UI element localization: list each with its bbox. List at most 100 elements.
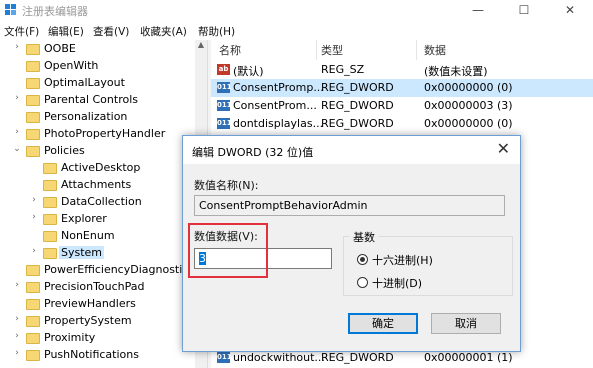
value-type: REG_DWORD xyxy=(321,81,394,94)
folder-icon xyxy=(43,248,57,259)
cancel-button[interactable]: 取消 xyxy=(431,313,501,334)
tree-item-label: OOBE xyxy=(44,42,76,55)
radio-selected-icon xyxy=(357,254,368,265)
value-type: REG_DWORD xyxy=(321,99,394,112)
menu-favorites[interactable]: 收藏夹(A) xyxy=(140,24,187,39)
folder-icon xyxy=(43,197,57,208)
table-row[interactable]: 011 ConsentProm... REG_DWORD 0x00000003 … xyxy=(211,97,593,115)
tree-item-label: DataCollection xyxy=(61,195,142,208)
expand-icon[interactable]: › xyxy=(12,348,22,358)
scroll-up-icon[interactable]: ▲ xyxy=(195,40,207,52)
expand-icon[interactable]: › xyxy=(12,93,22,103)
tree-item-nonenum[interactable]: NonEnum xyxy=(0,228,207,245)
value-data: 0x00000001 (1) xyxy=(424,351,513,364)
folder-icon xyxy=(43,180,57,191)
tree-item-pushnotifications[interactable]: › PushNotifications xyxy=(0,347,207,364)
folder-icon xyxy=(26,316,40,327)
tree-item-label: Policies xyxy=(44,144,85,157)
tree-item-label: PrecisionTouchPad xyxy=(44,280,145,293)
expand-icon[interactable]: › xyxy=(29,195,39,205)
menu-view[interactable]: 查看(V) xyxy=(93,24,129,39)
expand-icon[interactable]: › xyxy=(12,280,22,290)
expand-icon[interactable]: › xyxy=(29,212,39,222)
table-row[interactable]: ab (默认) REG_SZ (数值未设置) xyxy=(211,61,593,79)
tree-item-propertysystem[interactable]: › PropertySystem xyxy=(0,313,207,330)
folder-icon xyxy=(26,129,40,140)
tree-item-label: ActiveDesktop xyxy=(61,161,141,174)
column-separator[interactable] xyxy=(316,40,317,60)
decimal-radio-label: 十进制(D) xyxy=(372,277,423,290)
column-separator[interactable] xyxy=(416,40,417,60)
expand-icon[interactable]: › xyxy=(12,42,22,52)
tree-item-label: Proximity xyxy=(44,331,96,344)
dialog-title-bar[interactable]: 编辑 DWORD (32 位)值 ✕ xyxy=(183,136,520,164)
expand-icon[interactable]: › xyxy=(12,331,22,341)
menu-file[interactable]: 文件(F) xyxy=(4,24,39,39)
tree-item-explorer[interactable]: › Explorer xyxy=(0,211,207,228)
tree-item-oobe[interactable]: › OOBE xyxy=(0,41,207,58)
close-button[interactable]: ✕ xyxy=(547,0,593,22)
tree-item-precisiontouchpad[interactable]: › PrecisionTouchPad xyxy=(0,279,207,296)
folder-icon xyxy=(26,333,40,344)
value-data: 0x00000000 (0) xyxy=(424,81,513,94)
registry-tree: › OOBE OpenWith OptimalLayout › Parental… xyxy=(0,40,207,368)
menu-edit[interactable]: 编辑(E) xyxy=(48,24,84,39)
folder-open-icon xyxy=(26,146,40,157)
tree-item-proximity[interactable]: › Proximity xyxy=(0,330,207,347)
column-header-name[interactable]: 名称 xyxy=(219,42,241,58)
value-name: ConsentPromp... xyxy=(233,81,324,94)
tree-item-label: OpenWith xyxy=(44,59,99,72)
folder-icon xyxy=(26,61,40,72)
folder-icon xyxy=(26,282,40,293)
tree-item-activedesktop[interactable]: ActiveDesktop xyxy=(0,160,207,177)
table-row[interactable]: 011 ConsentPromp... REG_DWORD 0x00000000… xyxy=(211,79,593,97)
value-name: dontdisplaylas... xyxy=(233,117,324,130)
base-group-title: 基数 xyxy=(350,229,378,245)
expand-icon[interactable]: › xyxy=(29,246,39,256)
maximize-button[interactable]: ☐ xyxy=(501,0,547,22)
tree-item-parental-controls[interactable]: › Parental Controls xyxy=(0,92,207,109)
tree-item-optimallayout[interactable]: OptimalLayout xyxy=(0,75,207,92)
dword-value-icon: 011 xyxy=(217,100,232,111)
tree-item-label: System xyxy=(59,246,105,259)
tree-item-personalization[interactable]: Personalization xyxy=(0,109,207,126)
tree-item-attachments[interactable]: Attachments xyxy=(0,177,207,194)
folder-icon xyxy=(26,44,40,55)
collapse-icon[interactable]: ⌄ xyxy=(12,144,22,154)
value-name-label: 数值名称(N): xyxy=(194,179,259,192)
menu-help[interactable]: 帮助(H) xyxy=(198,24,235,39)
column-header-type[interactable]: 类型 xyxy=(321,42,343,58)
value-type: REG_DWORD xyxy=(321,351,394,364)
close-icon[interactable]: ✕ xyxy=(497,139,510,158)
ok-button[interactable]: 确定 xyxy=(348,313,418,334)
tree-item-label: Personalization xyxy=(44,110,128,123)
registry-editor-icon xyxy=(5,4,16,15)
value-data: 0x00000003 (3) xyxy=(424,99,513,112)
tree-item-datacollection[interactable]: › DataCollection xyxy=(0,194,207,211)
expand-icon[interactable]: › xyxy=(12,127,22,137)
tree-item-label: Explorer xyxy=(61,212,107,225)
dword-value-icon: 011 xyxy=(217,118,232,129)
title-bar: 注册表编辑器 — ☐ ✕ xyxy=(0,0,593,22)
folder-icon xyxy=(26,112,40,123)
tree-item-openwith[interactable]: OpenWith xyxy=(0,58,207,75)
hex-radio-label: 十六进制(H) xyxy=(372,254,433,267)
hex-radio[interactable]: 十六进制(H) xyxy=(357,252,433,268)
decimal-radio[interactable]: 十进制(D) xyxy=(357,275,422,291)
tree-item-photopropertyhandler[interactable]: › PhotoPropertyHandler xyxy=(0,126,207,143)
table-row[interactable]: 011 dontdisplaylas... REG_DWORD 0x000000… xyxy=(211,115,593,133)
tree-item-label: PreviewHandlers xyxy=(44,297,136,310)
folder-icon xyxy=(43,231,57,242)
value-data: 0x00000000 (0) xyxy=(424,117,513,130)
minimize-button[interactable]: — xyxy=(455,0,501,22)
value-name-field[interactable]: ConsentPromptBehaviorAdmin xyxy=(194,195,505,216)
column-header-data[interactable]: 数据 xyxy=(424,42,446,58)
tree-item-policies[interactable]: ⌄ Policies xyxy=(0,143,207,160)
tree-item-powerefficiencydiagnostics[interactable]: PowerEfficiencyDiagnostics xyxy=(0,262,207,279)
tree-item-label: PropertySystem xyxy=(44,314,132,327)
expand-icon[interactable]: › xyxy=(12,314,22,324)
tree-item-previewhandlers[interactable]: PreviewHandlers xyxy=(0,296,207,313)
tree-item-system[interactable]: › System xyxy=(0,245,207,262)
tree-item-label: PushNotifications xyxy=(44,348,139,361)
menu-bar: 文件(F) 编辑(E) 查看(V) 收藏夹(A) 帮助(H) xyxy=(0,22,593,40)
